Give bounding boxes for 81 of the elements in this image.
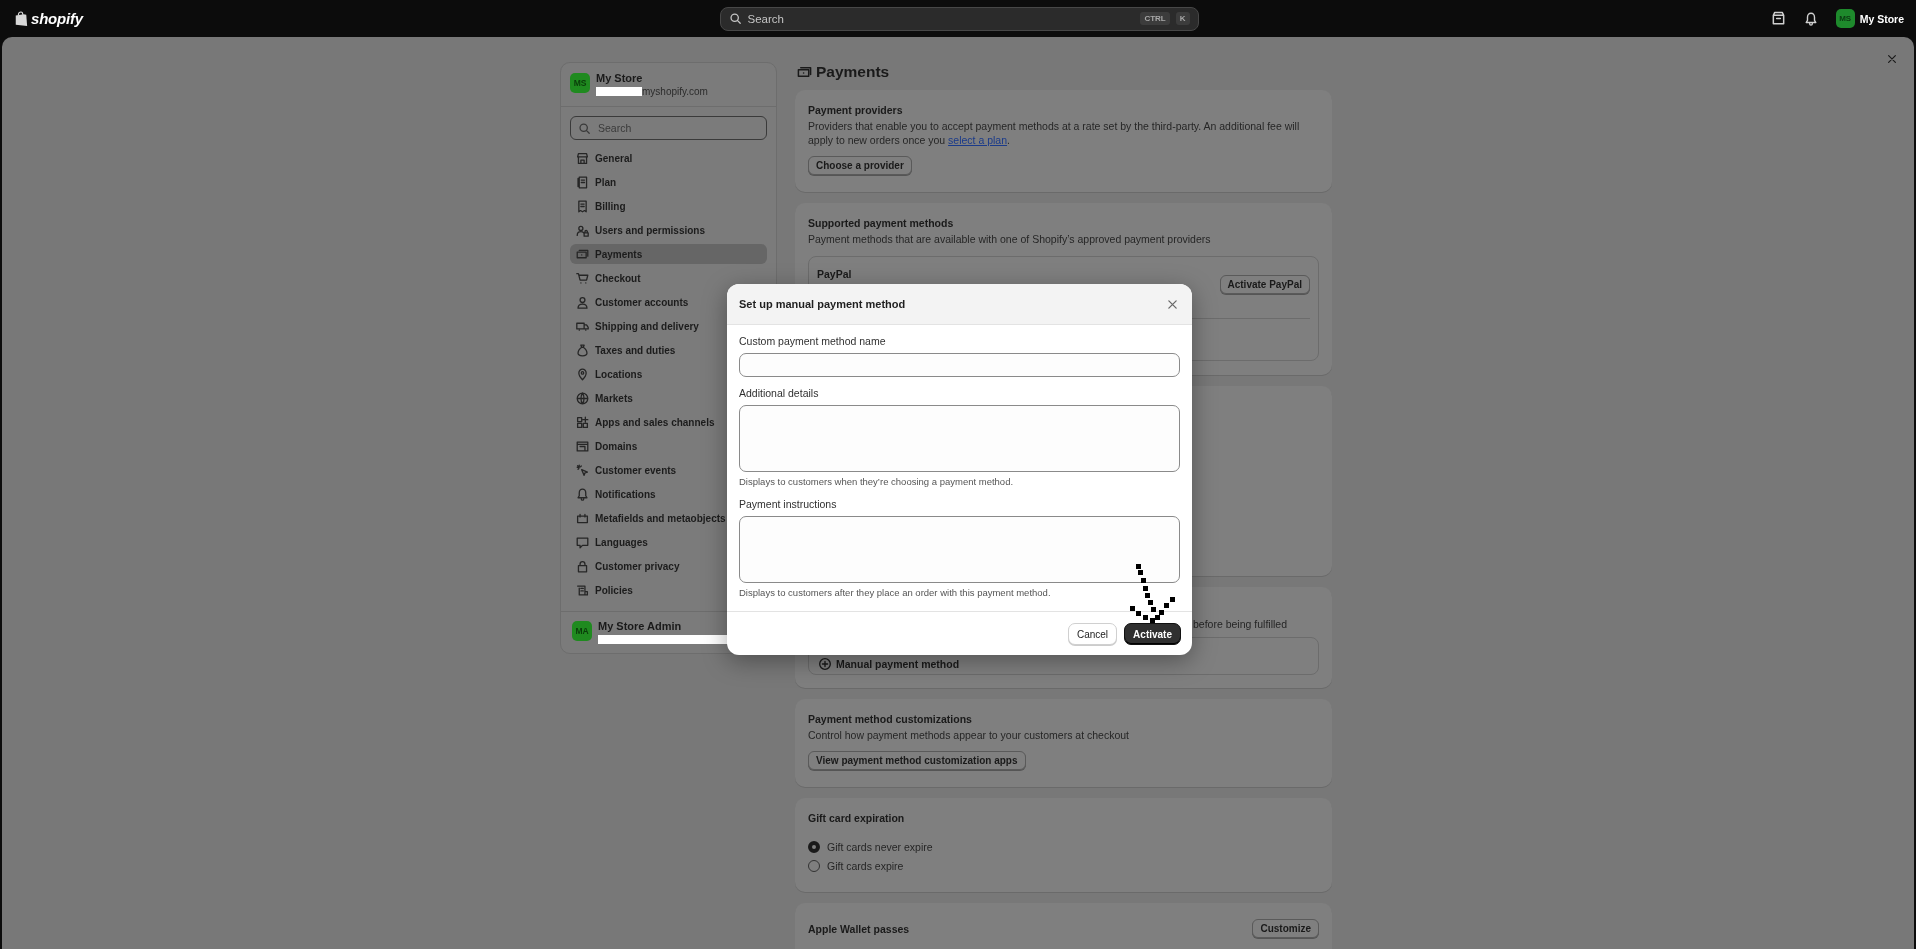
card-title: Payment providers [808, 103, 904, 117]
card-title: Gift card expiration [808, 811, 906, 825]
search-icon [578, 121, 591, 135]
banknote-icon [797, 64, 812, 80]
user-lock-icon [576, 223, 589, 237]
card-description: Payment methods that are available with one of Shopify’s approved payment providers [808, 232, 1212, 246]
field-label: Custom payment method name [739, 334, 887, 348]
sidebar-item[interactable]: Locations [570, 364, 767, 384]
text-area-field[interactable] [739, 405, 1180, 472]
store-avatar: MS [570, 73, 590, 93]
globe-icon [576, 391, 589, 405]
apps-grid-icon [576, 415, 589, 429]
search-field[interactable]: Search [570, 116, 767, 140]
map-pin-icon [576, 367, 589, 381]
sidebar-item[interactable]: Customer privacy [570, 556, 767, 576]
store-name: My Store [596, 71, 644, 85]
card-action-button[interactable]: Choose a provider [808, 156, 912, 175]
store-avatar: MS [1835, 9, 1855, 28]
close-icon [1166, 297, 1179, 311]
close-icon [1886, 53, 1898, 65]
help-text: Displays to customers after they place an order with this payment method. [739, 587, 1052, 599]
bell-icon [576, 487, 589, 501]
page-title: Payments [816, 63, 890, 81]
field-label: Payment instructions [739, 497, 838, 511]
cursor-click-icon [576, 463, 589, 477]
store-name: My Store [1859, 12, 1904, 25]
sidebar-item[interactable]: Shipping and delivery [570, 316, 767, 336]
card-description: Providers that enable you to accept payment methods at a rate set by the third-party. An additional fee will apply to new orders once you select a plan. [808, 119, 1301, 147]
shortcut-key: K [1175, 12, 1190, 25]
sidebar-item[interactable]: Checkout [570, 268, 767, 288]
cart-icon [576, 271, 589, 285]
search-icon [728, 12, 742, 25]
text-input-field[interactable] [739, 353, 1180, 377]
user-name: My Store Admin [598, 619, 683, 633]
search-placeholder: Search [598, 122, 632, 134]
money-bag-icon [576, 343, 589, 357]
card-title: Apple Wallet passes [808, 921, 910, 936]
add-manual-method-button[interactable]: Manual payment method [819, 658, 960, 670]
customize-button[interactable]: Customize [1252, 919, 1319, 938]
activate-button[interactable]: Activate [1124, 623, 1181, 645]
search-field[interactable]: Search CTRL K [719, 6, 1199, 31]
radio-button[interactable] [808, 841, 820, 853]
browser-window-icon [576, 439, 589, 453]
sidebar-item[interactable]: Users and permissions [570, 220, 767, 240]
sidebar-item[interactable]: Plan [570, 172, 767, 192]
radio-option[interactable]: Gift cards never expire [808, 841, 1319, 853]
activate-button[interactable]: Activate PayPal [1219, 275, 1310, 294]
bell-icon[interactable] [1803, 11, 1818, 26]
sidebar-item[interactable]: Apps and sales channels [570, 412, 767, 432]
search-placeholder: Search [747, 12, 785, 25]
modal-title: Set up manual payment method [739, 298, 906, 310]
person-icon [576, 295, 589, 309]
redaction-bar [596, 87, 642, 96]
account-menu[interactable]: MS My Store [1835, 9, 1904, 28]
card-description: Control how payment methods appear to your customers at checkout [808, 728, 1130, 742]
card-description: before being fulfilled [1193, 617, 1288, 631]
store-domain: myshopify.com [642, 85, 708, 98]
document-list-icon [576, 583, 589, 597]
speech-bubble-icon [576, 535, 589, 549]
card-title: Payment method customizations [808, 712, 973, 726]
sidebar-item[interactable]: Payments [570, 244, 767, 264]
sidebar-item[interactable]: Domains [570, 436, 767, 456]
card-action-button[interactable]: View payment method customization apps [808, 751, 1026, 770]
payment-method-name: PayPal [817, 267, 852, 281]
shortcut-key: CTRL [1140, 12, 1170, 25]
banknote-icon [576, 247, 589, 261]
radio-option[interactable]: Gift cards expire [808, 860, 1319, 872]
help-text: Displays to customers when they’re choosing a payment method. [739, 476, 1015, 488]
sidebar-item[interactable]: Billing [570, 196, 767, 216]
text-area-field[interactable] [739, 516, 1180, 583]
cancel-button[interactable]: Cancel [1067, 623, 1118, 645]
sidebar-item[interactable]: Languages [570, 532, 767, 552]
sidebar-item[interactable]: General [570, 148, 767, 168]
card-title: Supported payment methods [808, 216, 955, 230]
receipt-icon [576, 199, 589, 213]
document-icon [576, 175, 589, 189]
logo-wordmark[interactable]: shopify [31, 10, 83, 27]
user-avatar: MA [572, 621, 592, 641]
lock-icon [576, 559, 589, 573]
shopping-bag-icon [14, 10, 28, 27]
field-label: Additional details [739, 386, 820, 400]
